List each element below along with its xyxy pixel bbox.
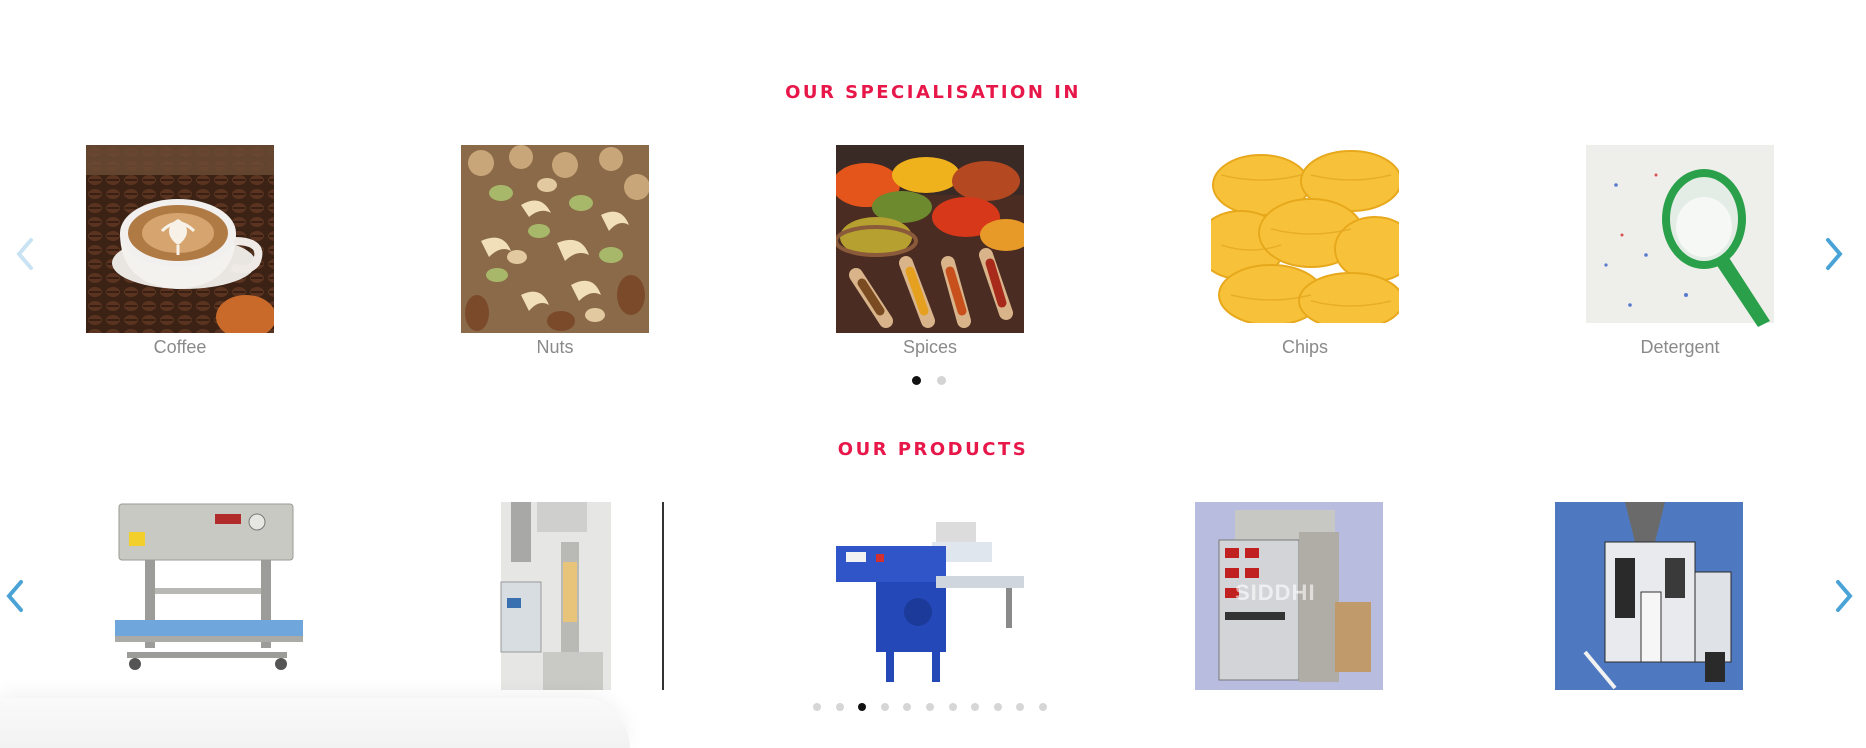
chevron-left-icon [16,238,33,270]
spices-image [836,145,1024,333]
detergent-image [1586,145,1774,333]
product-item-collar-packing-machine[interactable] [1555,502,1743,690]
product-watermark: SIDDHI [1235,580,1316,605]
specialisation-title: OUR SPECIALISATION IN [785,82,1081,103]
specialisation-next-button[interactable] [1821,234,1847,274]
products-page-dot-3[interactable] [858,703,867,711]
product-item-pouch-packing-machine[interactable]: SIDDHI [1195,502,1383,690]
specialisation-pagination [912,376,946,385]
bottom-overlay-panel [0,698,630,748]
products-page-dot-2[interactable] [835,703,844,711]
specialisation-label-detergent: Detergent [1640,337,1720,357]
coffee-image [86,145,274,333]
nuts-image [461,145,649,333]
products-page-dot-6[interactable] [925,703,934,711]
products-page-dot-8[interactable] [971,703,980,711]
chips-image [1211,145,1399,333]
collar-packing-machine-image [1555,502,1743,690]
products-page-dot-9[interactable] [993,703,1002,711]
specialisation-item-chips[interactable] [1211,145,1399,333]
product-item-vertical-packing-machine[interactable] [477,502,665,690]
products-page-dot-1[interactable] [813,703,821,711]
products-page-dot-10[interactable] [1016,703,1025,711]
products-page-dot-4[interactable] [880,703,889,711]
vertical-packing-machine-image [477,502,665,690]
specialisation-item-nuts[interactable] [461,145,649,333]
product-item-band-sealer[interactable] [115,502,303,690]
flow-wrap-machine-image [836,502,1024,690]
specialisation-label-nuts: Nuts [536,337,574,357]
specialisation-label-coffee: Coffee [153,337,207,357]
chevron-right-icon [1826,238,1843,270]
specialisation-page-dot-1[interactable] [912,376,921,385]
products-prev-button[interactable] [2,576,28,616]
products-pagination [813,703,1047,711]
products-title: OUR PRODUCTS [837,439,1029,460]
specialisation-label-spices: Spices [902,337,958,357]
products-next-button[interactable] [1831,576,1857,616]
specialisation-item-coffee[interactable] [86,145,274,333]
specialisation-label-chips: Chips [1281,337,1329,357]
specialisation-prev-button[interactable] [12,234,38,274]
products-page-dot-7[interactable] [948,703,957,711]
specialisation-page-dot-2[interactable] [937,376,946,385]
specialisation-item-spices[interactable] [836,145,1024,333]
specialisation-item-detergent[interactable] [1586,145,1774,333]
products-page-dot-11[interactable] [1038,703,1047,711]
band-sealer-image [115,502,303,690]
products-page-dot-5[interactable] [903,703,912,711]
chevron-left-icon [6,580,23,612]
chevron-right-icon [1836,580,1853,612]
product-item-flow-wrap-machine[interactable] [836,502,1024,690]
